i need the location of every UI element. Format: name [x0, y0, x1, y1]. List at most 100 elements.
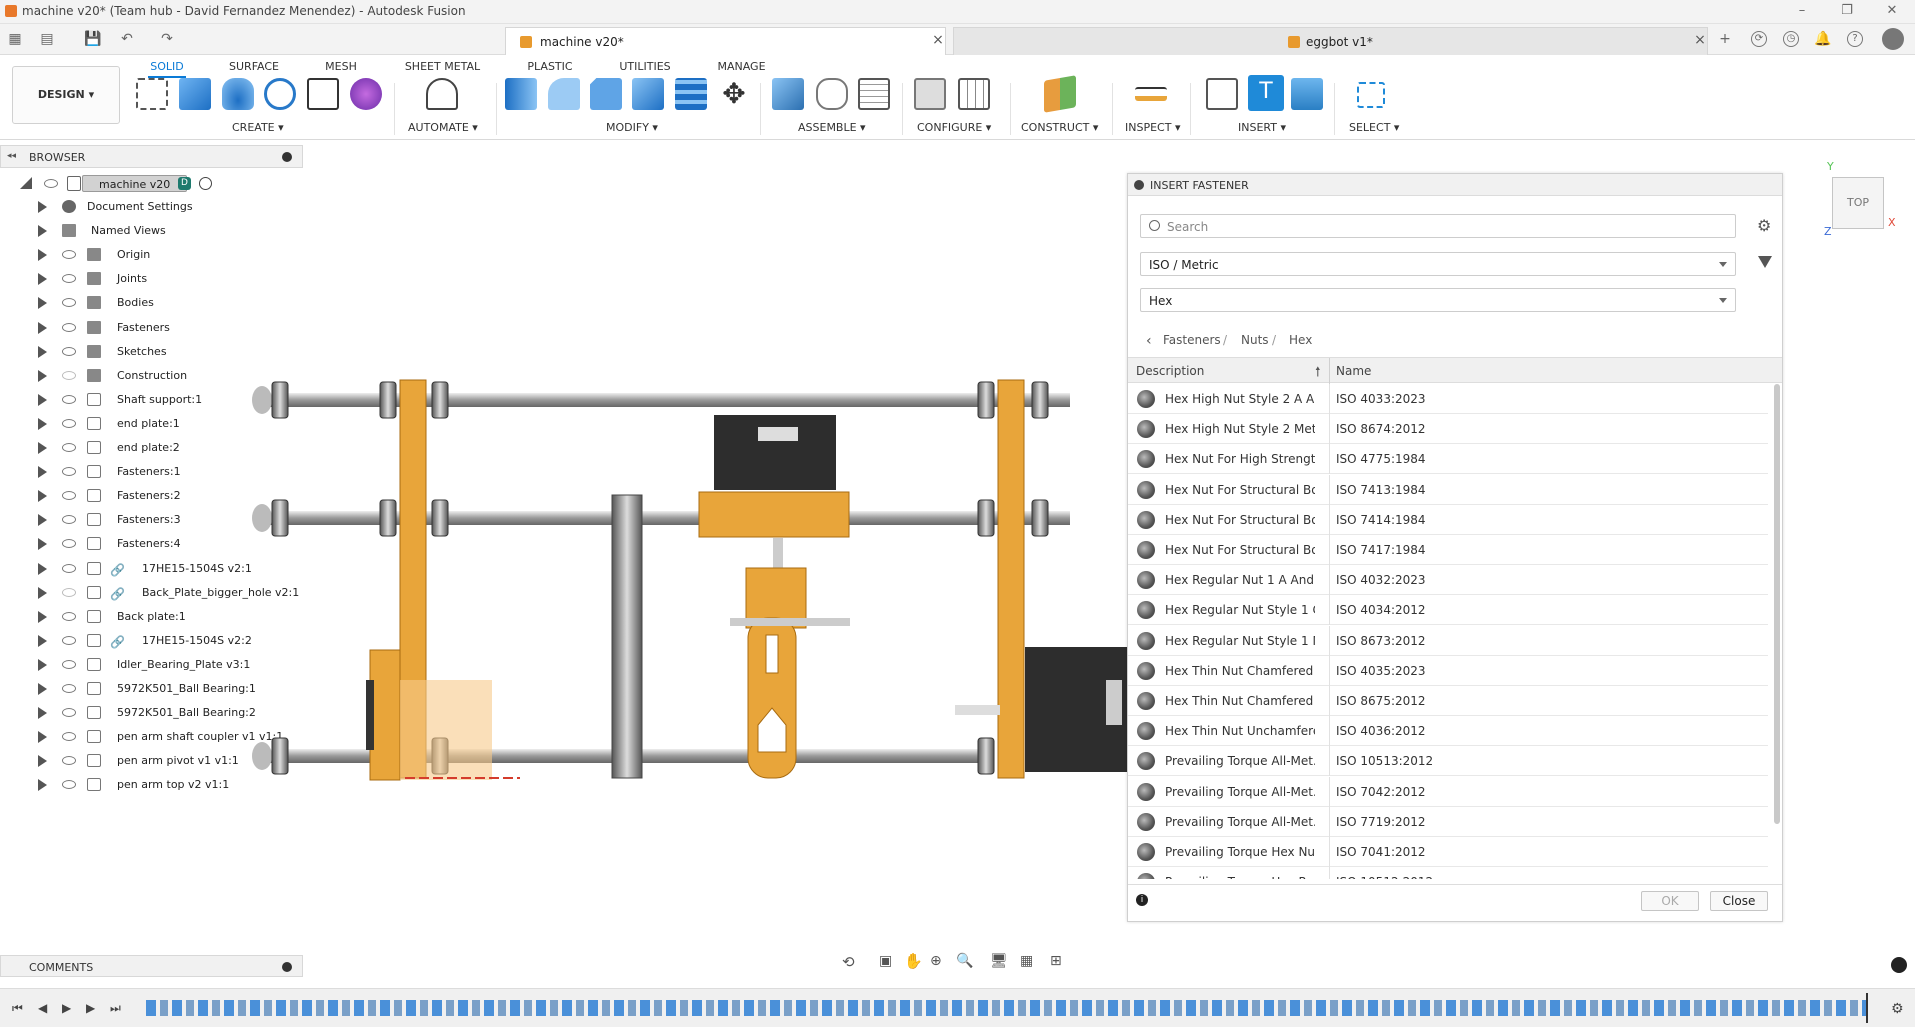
- assemble-menu[interactable]: ASSEMBLE ▾: [798, 121, 866, 134]
- insert-menu[interactable]: INSERT ▾: [1238, 121, 1286, 134]
- stepper-motor-top[interactable]: [698, 415, 850, 538]
- tab-utilities[interactable]: UTILITIES: [616, 58, 674, 78]
- user-avatar[interactable]: [1882, 28, 1904, 50]
- automate-icon[interactable]: [426, 78, 458, 110]
- expand-triangle-icon[interactable]: [38, 514, 47, 527]
- notifications-icon[interactable]: 🔔: [1814, 30, 1832, 48]
- viewcube[interactable]: TOP: [1832, 177, 1884, 229]
- browser-item[interactable]: Document Settings: [0, 197, 300, 217]
- configuration-table-icon[interactable]: [958, 78, 990, 110]
- form-icon[interactable]: [350, 78, 382, 110]
- tab-surface[interactable]: SURFACE: [226, 58, 282, 78]
- app-grid-icon[interactable]: ▦: [6, 30, 24, 48]
- timeline-prev-icon[interactable]: ◀: [38, 1001, 47, 1015]
- visibility-eye-icon[interactable]: [62, 659, 76, 669]
- pen-arm[interactable]: [730, 538, 850, 779]
- visibility-eye-icon[interactable]: [62, 732, 76, 742]
- timeline-settings-icon[interactable]: ⚙: [1891, 1001, 1904, 1017]
- construct-menu[interactable]: CONSTRUCT ▾: [1021, 121, 1098, 134]
- expand-triangle-icon[interactable]: [38, 225, 47, 238]
- breadcrumb-fasteners[interactable]: Fasteners: [1163, 333, 1221, 347]
- help-icon[interactable]: ?: [1847, 31, 1863, 47]
- display-settings-icon[interactable]: 🖥: [990, 953, 1008, 969]
- search-input[interactable]: Search: [1140, 214, 1736, 238]
- workspace-switcher-button[interactable]: DESIGN ▾: [12, 66, 120, 124]
- tab-solid[interactable]: SOLID: [148, 58, 186, 78]
- fastener-row[interactable]: Prevailing Torque All-Met... ISO 7042:201…: [1128, 776, 1768, 807]
- fastener-row[interactable]: Prevailing Torque All-Met... ISO 7719:201…: [1128, 806, 1768, 837]
- fastener-row[interactable]: Hex High Nut Style 2 Metr... ISO 8674:201…: [1128, 414, 1768, 445]
- new-component-icon[interactable]: [772, 78, 804, 110]
- fastener-row[interactable]: Hex Nut For Structural Bo... ISO 7414:198…: [1128, 504, 1768, 535]
- look-at-icon[interactable]: ▣: [879, 953, 892, 969]
- feedback-icon[interactable]: [1891, 957, 1907, 973]
- timeline-first-icon[interactable]: ⏮: [12, 1001, 23, 1016]
- zoom-window-icon[interactable]: 🔍: [956, 953, 973, 969]
- visibility-eye-icon[interactable]: [62, 346, 76, 356]
- visibility-eye-icon[interactable]: [62, 708, 76, 718]
- expand-triangle-icon[interactable]: [38, 297, 47, 310]
- standard-dropdown[interactable]: ISO / Metric: [1140, 252, 1736, 276]
- expand-triangle-icon[interactable]: [38, 634, 47, 647]
- fastener-row[interactable]: Hex High Nut Style 2 A An... ISO 4033:202…: [1128, 384, 1768, 414]
- viewports-icon[interactable]: ⊞: [1050, 953, 1062, 969]
- construct-plane-icon[interactable]: [1044, 75, 1076, 113]
- fastener-row[interactable]: Hex Thin Nut Chamfered S... ISO 4035:2023: [1128, 655, 1768, 686]
- timeline-last-icon[interactable]: ⏭: [110, 1001, 121, 1016]
- orbit-icon[interactable]: ⟲: [842, 953, 855, 971]
- visibility-eye-icon[interactable]: [62, 443, 76, 452]
- visibility-eye-icon[interactable]: [62, 563, 76, 573]
- move-copy-icon[interactable]: ✥: [718, 78, 750, 110]
- pan-icon[interactable]: ✋: [904, 952, 923, 970]
- bill-of-materials-icon[interactable]: [858, 78, 890, 110]
- fastener-row[interactable]: Prevailing Torque Hex Nut... ISO 7041:201…: [1128, 837, 1768, 867]
- visibility-eye-icon[interactable]: [44, 179, 58, 188]
- fastener-row[interactable]: Hex Nut For Structural Bo... ISO 7417:198…: [1128, 535, 1768, 565]
- expand-triangle-icon[interactable]: [38, 321, 47, 334]
- info-icon[interactable]: i: [1136, 894, 1148, 906]
- comments-panel[interactable]: COMMENTS: [0, 955, 303, 977]
- expand-triangle-icon[interactable]: [38, 201, 47, 213]
- filter-icon[interactable]: [1758, 256, 1772, 268]
- idler-bearing-wheel[interactable]: [611, 494, 643, 779]
- fillet-icon[interactable]: [548, 78, 580, 110]
- column-name[interactable]: Name: [1336, 364, 1371, 378]
- insert-derive-icon[interactable]: [1206, 78, 1238, 110]
- browser-root-node[interactable]: machine v20 D: [0, 173, 300, 195]
- expand-triangle-icon[interactable]: [38, 273, 47, 286]
- browser-item[interactable]: Fasteners: [0, 318, 300, 338]
- visibility-eye-icon[interactable]: [62, 491, 76, 501]
- file-menu-icon[interactable]: ▤: [38, 30, 56, 48]
- expand-triangle-icon[interactable]: [38, 731, 47, 744]
- tab-machine[interactable]: machine v20* ×: [505, 27, 946, 55]
- tab-plastic[interactable]: PLASTIC: [524, 58, 576, 78]
- configure-icon[interactable]: [914, 78, 946, 110]
- timeline-play-icon[interactable]: ▶: [62, 1001, 71, 1015]
- sort-ascending-icon[interactable]: 🠕: [1315, 363, 1321, 385]
- tab-mesh[interactable]: MESH: [323, 58, 359, 78]
- back-chevron-icon[interactable]: ‹: [1146, 333, 1152, 349]
- modify-menu[interactable]: MODIFY ▾: [606, 121, 658, 134]
- activate-radio-icon[interactable]: [199, 177, 212, 190]
- browser-item[interactable]: Named Views: [0, 221, 300, 241]
- expand-triangle-icon[interactable]: [38, 345, 47, 358]
- undo-icon[interactable]: ↶: [118, 30, 136, 48]
- fastener-row[interactable]: Hex Thin Nut Chamfered S... ISO 8675:2012: [1128, 686, 1768, 716]
- chamfer-icon[interactable]: [590, 78, 622, 110]
- expand-triangle-icon[interactable]: [38, 393, 47, 406]
- visibility-eye-icon[interactable]: [62, 684, 76, 693]
- expand-triangle-icon[interactable]: [38, 562, 47, 575]
- expand-triangle-icon[interactable]: [38, 442, 47, 454]
- expand-triangle-icon[interactable]: [38, 490, 47, 503]
- collapse-dialog-icon[interactable]: [1134, 180, 1144, 190]
- pattern-icon[interactable]: [307, 78, 339, 110]
- browser-item[interactable]: Origin: [0, 245, 300, 265]
- visibility-eye-icon[interactable]: [62, 298, 76, 308]
- job-status-icon[interactable]: ◷: [1783, 31, 1799, 47]
- visibility-eye-icon[interactable]: [62, 250, 76, 260]
- combine-icon[interactable]: [675, 78, 707, 110]
- revolve-icon[interactable]: [222, 78, 254, 110]
- add-comment-icon[interactable]: [282, 962, 292, 972]
- list-scrollbar[interactable]: [1774, 384, 1780, 824]
- expand-triangle-icon[interactable]: [38, 249, 47, 262]
